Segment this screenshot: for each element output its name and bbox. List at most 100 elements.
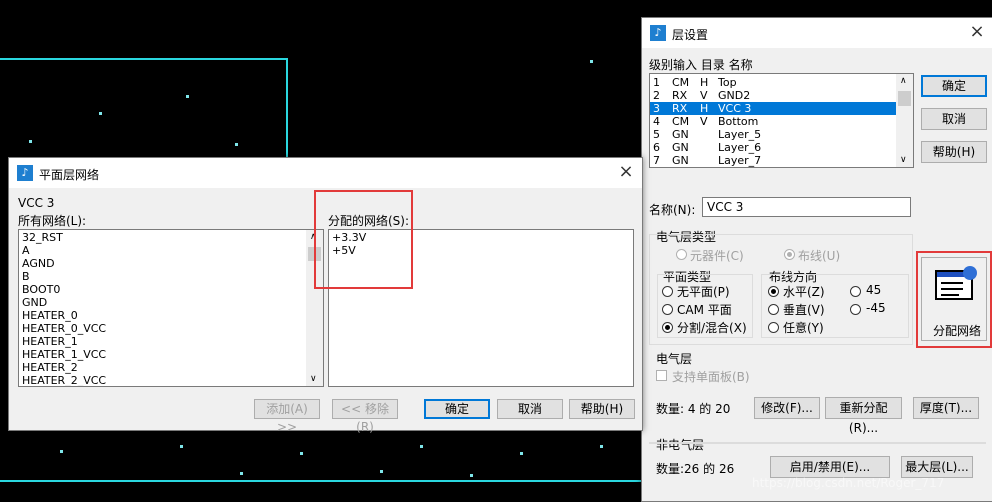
close-icon[interactable]: × [616, 162, 636, 182]
layer-list-header: 级别输入 目录 名称 [649, 58, 753, 72]
layer-dir: V [700, 89, 708, 102]
layer-type: RX [672, 89, 688, 102]
layer-settings-dialog: ♪ 层设置 × 级别输入 目录 名称 1 CM H Top 2 RX V GND2 3 RX H VC… [641, 17, 992, 502]
scroll-down-arrow[interactable]: ∨ [310, 374, 317, 384]
scroll-down-arrow[interactable]: ∨ [900, 155, 907, 165]
layer-type: CM [672, 115, 690, 128]
all-nets-label: 所有网络(L): [18, 214, 87, 228]
layer-num: 3 [653, 102, 660, 115]
via-dot [600, 445, 603, 448]
scroll-up-arrow[interactable]: ∧ [900, 76, 907, 86]
via-dot [420, 445, 423, 448]
plane-dialog-titlebar[interactable]: ♪ 平面层网络 × [9, 158, 642, 188]
cancel-button[interactable]: 取消 [921, 108, 987, 130]
cam-plane-radio[interactable] [662, 304, 673, 315]
degm45-label: -45 [866, 301, 886, 315]
split-mixed-radio[interactable] [662, 322, 673, 333]
no-plane-radio[interactable] [662, 286, 673, 297]
max-layers-button[interactable]: 最大层(L)... [901, 456, 973, 478]
vertical-radio[interactable] [768, 304, 779, 315]
help-button[interactable]: 帮助(H) [921, 141, 987, 163]
any-radio[interactable] [768, 322, 779, 333]
modify-button[interactable]: 修改(F)... [754, 397, 820, 419]
layer-dir: V [700, 115, 708, 128]
layer-list[interactable]: 1 CM H Top 2 RX V GND2 3 RX H VCC 3 4 CM V Bottom 5 GN Lay… [649, 73, 914, 168]
net-item[interactable]: HEATER_0_VCC [19, 322, 323, 335]
net-item[interactable]: HEATER_2 [19, 361, 323, 374]
layer-row[interactable]: 5 GN Layer_5 [650, 128, 898, 141]
close-icon[interactable]: × [967, 22, 987, 42]
plane-nets-dialog: ♪ 平面层网络 × VCC 3 所有网络(L): 32_RST A AGND B BOO… [8, 157, 643, 434]
reassign-button[interactable]: 重新分配(R)... [825, 397, 902, 435]
layer-row[interactable]: 6 GN Layer_6 [650, 141, 898, 154]
count-label: 数量: 4 的 20 [656, 402, 731, 416]
layer-row[interactable]: 7 GN Layer_7 [650, 154, 898, 167]
net-item[interactable]: HEATER_2_VCC [19, 374, 323, 386]
layer-row[interactable]: 4 CM V Bottom [650, 115, 898, 128]
component-radio[interactable] [676, 249, 687, 260]
net-item[interactable]: HEATER_1 [19, 335, 323, 348]
layer-num: 2 [653, 89, 660, 102]
layer-name: Layer_5 [718, 128, 762, 141]
layer-row[interactable]: 2 RX V GND2 [650, 89, 898, 102]
support-single-checkbox[interactable] [656, 370, 667, 381]
layer-type: GN [672, 128, 689, 141]
horizontal-radio[interactable] [768, 286, 779, 297]
assigned-nets-highlight [314, 190, 413, 289]
routing-radio[interactable] [784, 249, 795, 260]
help-button[interactable]: 帮助(H) [569, 399, 635, 419]
via-dot [60, 450, 63, 453]
layer-list-scrollbar[interactable]: ∧ ∨ [896, 74, 913, 167]
net-item[interactable]: B [19, 270, 323, 283]
cancel-button[interactable]: 取消 [497, 399, 563, 419]
net-item[interactable]: BOOT0 [19, 283, 323, 296]
add-button[interactable]: 添加(A) >> [254, 399, 320, 434]
ok-button[interactable]: 确定 [921, 75, 987, 97]
routing-label: 布线(U) [798, 249, 841, 263]
split-mixed-label: 分割/混合(X) [677, 321, 747, 335]
electrical-layer-label: 电气层 [656, 352, 693, 366]
layer-name: Layer_7 [718, 154, 762, 167]
layer-name: GND2 [718, 89, 751, 102]
layer-name-label: VCC 3 [18, 196, 55, 210]
support-single-label: 支持单面板(B) [672, 370, 750, 384]
via-dot [186, 95, 189, 98]
non-electrical-label: 非电气层 [656, 438, 705, 452]
layer-num: 6 [653, 141, 660, 154]
layer-row[interactable]: 1 CM H Top [650, 76, 898, 89]
board-outline-top [0, 58, 288, 60]
layer-num: 1 [653, 76, 660, 89]
layer-row[interactable]: 3 RX H VCC 3 [650, 102, 898, 115]
layer-type: RX [672, 102, 688, 115]
any-label: 任意(Y) [783, 321, 824, 335]
plane-dialog-title: 平面层网络 [39, 168, 100, 182]
layer-type: GN [672, 154, 689, 167]
layer-num: 7 [653, 154, 660, 167]
horizontal-label: 水平(Z) [783, 285, 825, 299]
enable-disable-button[interactable]: 启用/禁用(E)... [770, 456, 890, 478]
net-item[interactable]: HEATER_0 [19, 309, 323, 322]
no-plane-label: 无平面(P) [677, 285, 730, 299]
via-dot [29, 140, 32, 143]
layer-name: Bottom [718, 115, 759, 128]
net-item[interactable]: AGND [19, 257, 323, 270]
name-field[interactable]: VCC 3 [702, 197, 911, 217]
layer-dir: H [700, 76, 709, 89]
layer-name: Top [718, 76, 737, 89]
net-item[interactable]: 32_RST [19, 231, 323, 244]
remove-button[interactable]: << 移除(R) [332, 399, 398, 434]
scroll-thumb[interactable] [898, 91, 911, 106]
deg45-radio[interactable] [850, 286, 861, 297]
net-item[interactable]: GND [19, 296, 323, 309]
layer-dir: H [700, 102, 709, 115]
thickness-button[interactable]: 厚度(T)... [913, 397, 979, 419]
ok-button[interactable]: 确定 [424, 399, 490, 419]
degm45-radio[interactable] [850, 304, 861, 315]
layer-name: Layer_6 [718, 141, 762, 154]
all-nets-list[interactable]: 32_RST A AGND B BOOT0 GND HEATER_0 HEATER_0_VCC… [18, 229, 324, 387]
net-item[interactable]: A [19, 244, 323, 257]
net-item[interactable]: HEATER_1_VCC [19, 348, 323, 361]
layer-dialog-titlebar[interactable]: ♪ 层设置 × [642, 18, 992, 48]
board-outline-right [286, 58, 288, 158]
app-icon: ♪ [650, 25, 666, 41]
